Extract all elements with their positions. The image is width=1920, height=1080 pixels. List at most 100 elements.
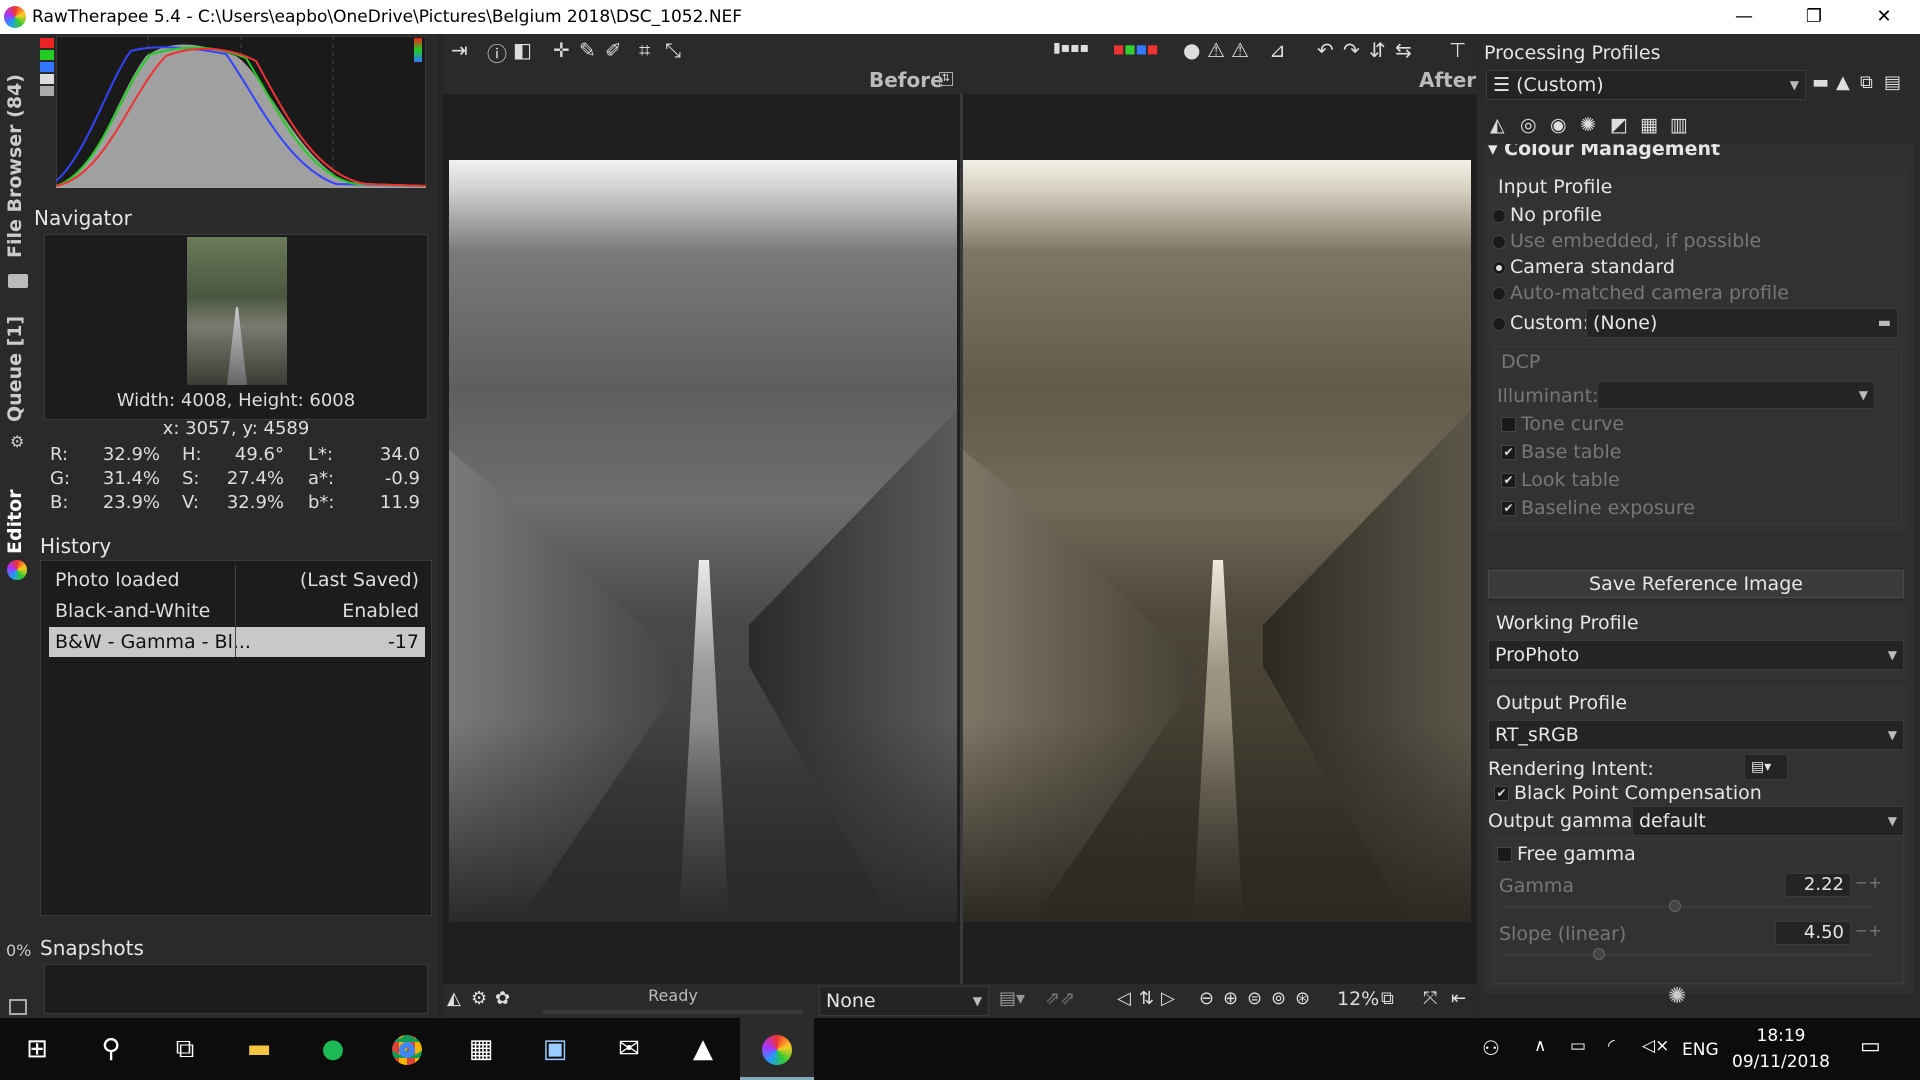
next-image-icon[interactable]: ▷	[1161, 988, 1175, 1009]
rotate-left-icon[interactable]: ↶	[1317, 38, 1334, 62]
export-icon[interactable]: ▤▾	[999, 988, 1025, 1009]
tab-editor[interactable]: Editor	[4, 474, 32, 554]
mail-icon[interactable]: ✉	[592, 1018, 666, 1080]
gamma-value[interactable]: 2.22	[1785, 873, 1851, 897]
history-row[interactable]: Photo loaded (Last Saved)	[49, 565, 425, 595]
focus-mask-icon[interactable]: ●	[1183, 38, 1200, 62]
calculator-icon[interactable]: ▦	[444, 1018, 518, 1080]
base-table-checkbox[interactable]: ✔ Base table	[1501, 441, 1621, 463]
maximize-button[interactable]: ❐	[1786, 0, 1842, 34]
lock-before-icon[interactable]: ⇅	[939, 72, 953, 86]
slope-slider[interactable]	[1503, 953, 1873, 956]
clock-date[interactable]: 09/11/2018	[1726, 1052, 1836, 1072]
load-profile-icon[interactable]: ▬	[1812, 72, 1829, 93]
info-icon[interactable]: ⓘ	[487, 38, 507, 67]
close-button[interactable]: ✕	[1856, 0, 1912, 34]
colour-management-title[interactable]: ▾ Colour Management	[1488, 144, 1720, 160]
tab-exposure-icon[interactable]: ◭	[1490, 114, 1505, 136]
search-icon[interactable]: ⚲	[74, 1018, 148, 1080]
rotate-right-icon[interactable]: ↷	[1343, 38, 1360, 62]
free-gamma-checkbox[interactable]: Free gamma	[1497, 843, 1636, 865]
minimize-button[interactable]: —	[1716, 0, 1772, 34]
chrome-icon[interactable]	[370, 1018, 444, 1080]
zoom-crop-icon[interactable]: ⊛	[1295, 988, 1310, 1009]
after-image[interactable]	[963, 160, 1471, 922]
preview-icon[interactable]: ◭	[447, 988, 461, 1009]
before-image[interactable]	[449, 160, 957, 922]
language-indicator[interactable]: ENG	[1682, 1040, 1719, 1060]
chevron-up-icon[interactable]: ∧	[1534, 1036, 1546, 1056]
color-picker-icon[interactable]: ✐	[605, 38, 622, 62]
hide-right-panel-icon[interactable]: ⇤	[1451, 988, 1466, 1009]
previous-image-icon[interactable]: ◁	[1117, 988, 1131, 1009]
slope-value[interactable]: 4.50	[1775, 921, 1851, 945]
notifications-icon[interactable]: ▭	[1860, 1034, 1881, 1059]
sync-icon[interactable]: ⇅	[1139, 988, 1154, 1009]
rawtherapee-taskbar-icon[interactable]	[740, 1018, 814, 1080]
baseline-exposure-checkbox[interactable]: ✔ Baseline exposure	[1501, 497, 1695, 519]
volume-icon[interactable]: ◁×	[1642, 1036, 1669, 1056]
slope-slider-handle[interactable]	[1593, 948, 1605, 960]
tone-curve-checkbox[interactable]: Tone curve	[1501, 413, 1624, 435]
tab-file-browser[interactable]: File Browser (84)	[4, 48, 32, 258]
radio-auto-matched[interactable]: Auto-matched camera profile	[1492, 282, 1789, 304]
paste-profile-icon[interactable]: ▤	[1884, 72, 1901, 93]
tab-colour-icon[interactable]: ◉	[1550, 114, 1567, 136]
profile-preset-select[interactable]: None ▼	[819, 986, 989, 1016]
navigator-thumbnail[interactable]	[187, 237, 287, 385]
radio-use-embedded[interactable]: Use embedded, if possible	[1492, 230, 1761, 252]
spotify-icon[interactable]: ●	[296, 1018, 370, 1080]
tab-wavelet-icon[interactable]: ✺	[1580, 114, 1596, 136]
history-row-selected[interactable]: B&W - Gamma - Bl... -17	[49, 627, 425, 657]
panel-toggle-icon[interactable]	[9, 999, 27, 1015]
history-row[interactable]: Black-and-White Enabled	[49, 596, 425, 626]
output-gamma-select[interactable]: default ▼	[1632, 806, 1904, 836]
save-profile-icon[interactable]: ▲	[1836, 72, 1850, 93]
people-icon[interactable]: ⚇	[1482, 1036, 1500, 1060]
look-table-checkbox[interactable]: ✔ Look table	[1501, 469, 1620, 491]
processing-profile-select[interactable]: ☰ (Custom) ▼	[1486, 70, 1806, 100]
custom-profile-file[interactable]: (None) ▬	[1586, 308, 1898, 338]
photos-icon[interactable]: ▲	[666, 1018, 740, 1080]
channel-preview-icon[interactable]: ▮▪▪▪	[1053, 40, 1089, 56]
zoom-out-icon[interactable]: ⊖	[1199, 988, 1214, 1009]
flip-horizontal-icon[interactable]: ⇆	[1395, 38, 1412, 62]
snapshots-list[interactable]	[44, 964, 428, 1014]
hide-top-panel-icon[interactable]: ⊤	[1449, 38, 1466, 62]
app-icon[interactable]: ▣	[518, 1018, 592, 1080]
gamma-slider-handle[interactable]	[1669, 900, 1681, 912]
zoom-in-icon[interactable]: ⊕	[1223, 988, 1238, 1009]
tab-queue[interactable]: Queue [1]	[4, 312, 32, 422]
histogram-options-button[interactable]	[414, 38, 422, 62]
illuminant-select[interactable]: ▼	[1597, 381, 1875, 409]
gamma-stepper[interactable]: −+	[1855, 873, 1882, 892]
windows-start-icon[interactable]: ⊞	[0, 1018, 74, 1080]
output-profile-select[interactable]: RT_sRGB ▼	[1488, 720, 1904, 750]
transform-icon[interactable]: ⊿	[1269, 38, 1286, 62]
bpc-checkbox[interactable]: ✔ Black Point Compensation	[1494, 782, 1762, 804]
clock-time[interactable]: 18:19	[1736, 1026, 1826, 1046]
radio-camera-standard[interactable]: Camera standard	[1492, 256, 1675, 278]
shadow-clip-warning-icon[interactable]: ⚠	[1207, 38, 1225, 62]
new-detail-window-icon[interactable]: ⧉	[1381, 988, 1394, 1009]
wifi-icon[interactable]: ◜	[1608, 1036, 1615, 1056]
crop-icon[interactable]: ⌗	[639, 38, 650, 62]
gamma-slider[interactable]	[1503, 905, 1873, 908]
white-balance-picker-icon[interactable]: ✎	[579, 38, 596, 62]
fullscreen-icon[interactable]: ⤧	[1423, 988, 1437, 1009]
save-reference-image-button[interactable]: Save Reference Image	[1488, 570, 1904, 598]
tab-metadata-icon[interactable]: ▥	[1670, 114, 1688, 136]
working-profile-select[interactable]: ProPhoto ▼	[1488, 640, 1904, 670]
hand-tool-icon[interactable]: ✛	[553, 38, 570, 62]
tab-transform-icon[interactable]: ◩	[1610, 114, 1628, 136]
zoom-100-icon[interactable]: ⊚	[1271, 988, 1286, 1009]
histogram-channel-buttons[interactable]	[40, 38, 54, 158]
hide-left-panel-icon[interactable]: ⇥	[451, 38, 468, 62]
rgb-preview-icon[interactable]: ■■■■	[1113, 42, 1158, 56]
straighten-icon[interactable]: ⤡	[665, 38, 681, 62]
copy-profile-icon[interactable]: ⧉	[1860, 72, 1873, 93]
send-to-editor-icon[interactable]: ⇗⇗	[1045, 988, 1075, 1009]
file-explorer-icon[interactable]: ▬	[222, 1018, 296, 1080]
tab-detail-icon[interactable]: ◎	[1520, 114, 1537, 136]
task-view-icon[interactable]: ⧉	[148, 1018, 222, 1080]
